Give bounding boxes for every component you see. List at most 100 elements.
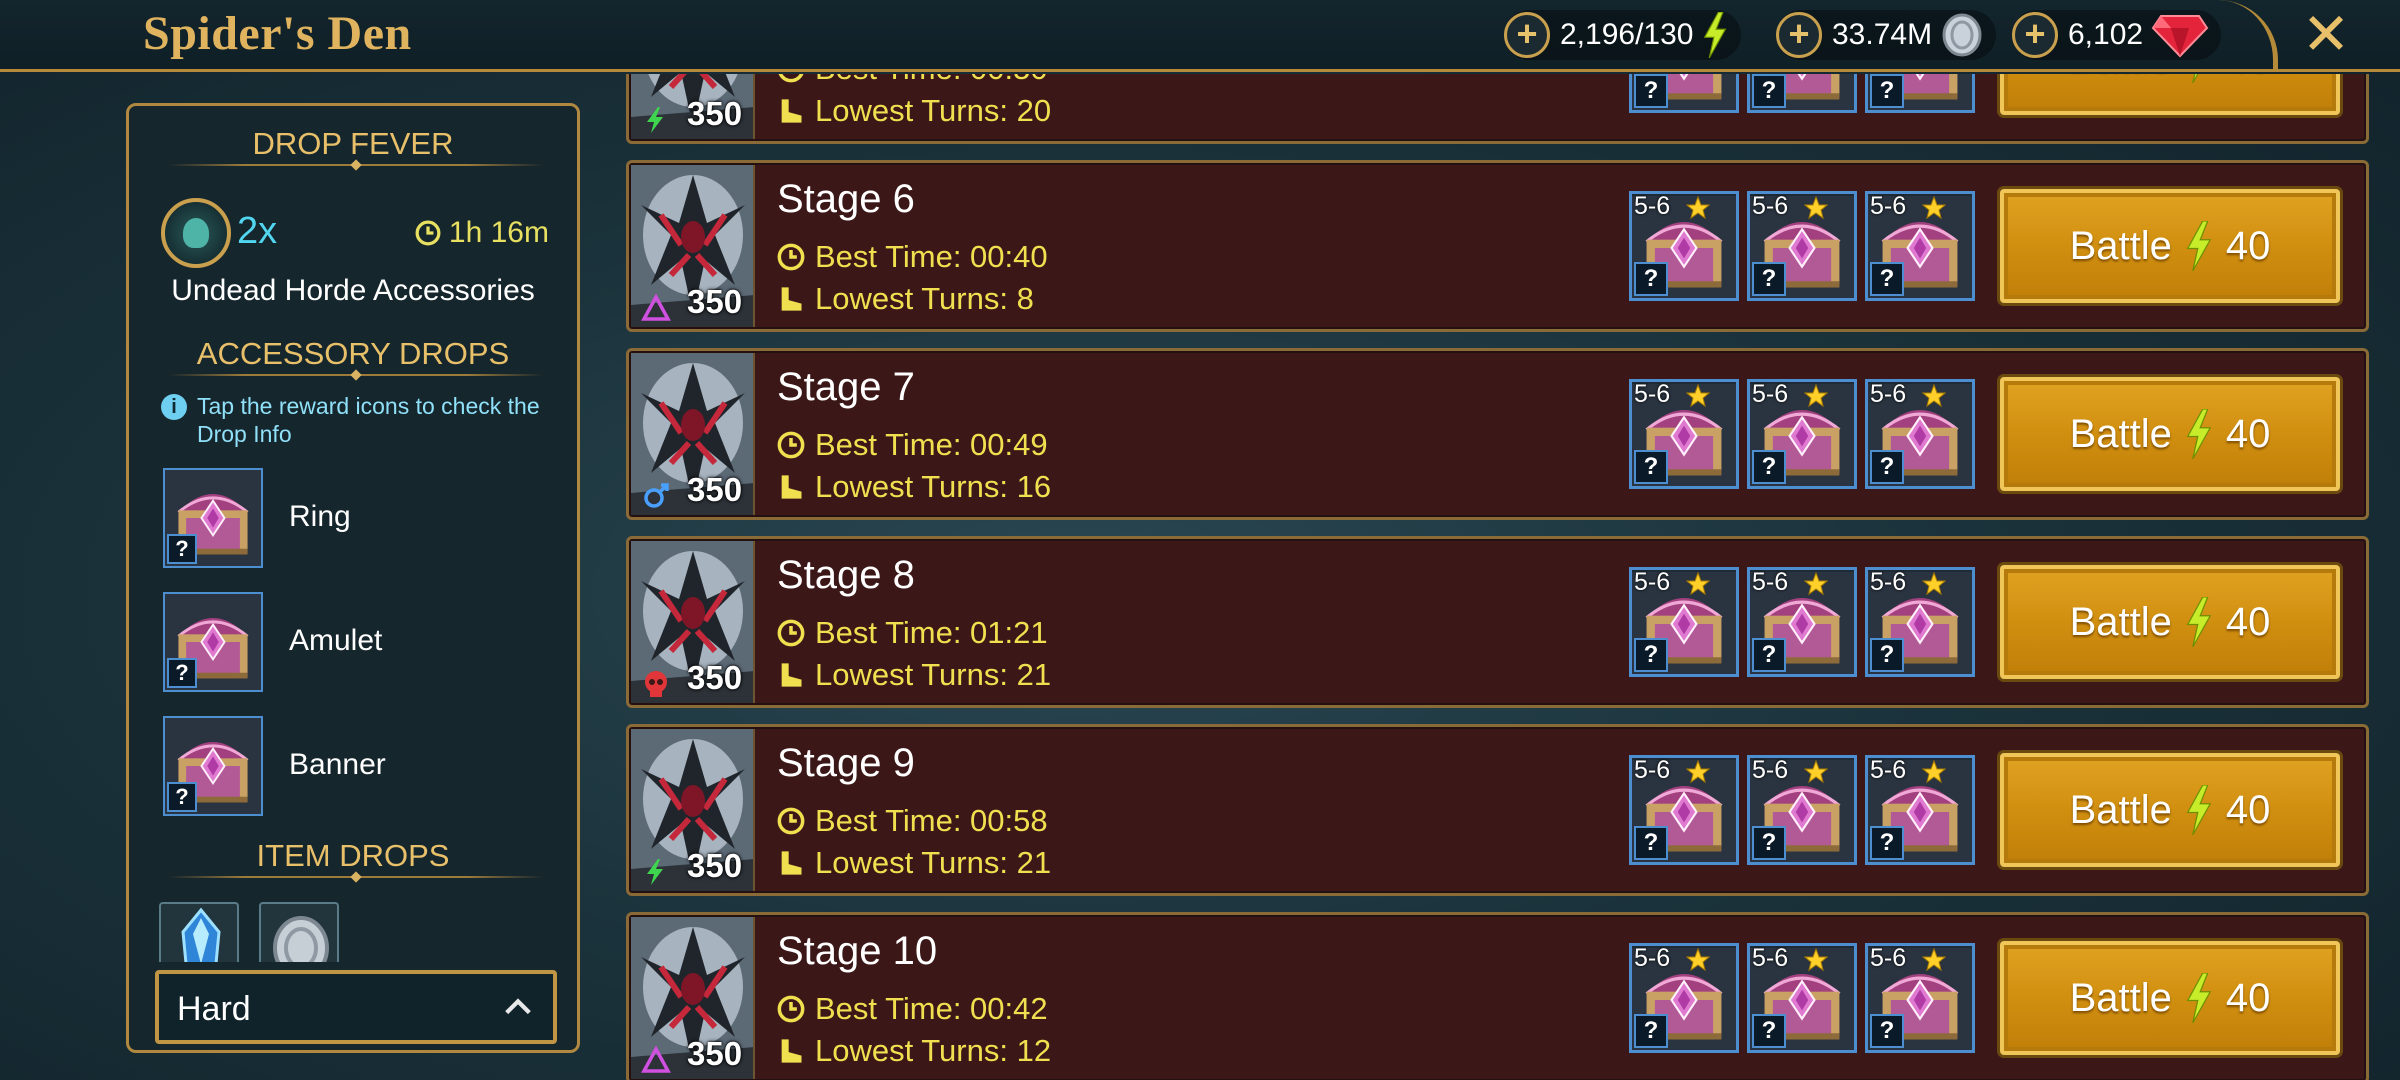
item-drop-silver[interactable] — [259, 902, 339, 962]
battle-button[interactable]: Battle 40 — [2000, 753, 2340, 867]
reward-slot[interactable]: 5-6 ? — [1629, 191, 1739, 301]
item-drop-potion[interactable] — [159, 902, 239, 962]
battle-label: Battle — [2069, 223, 2172, 268]
silver-coin-icon — [1942, 13, 1982, 57]
reward-slot[interactable]: 5-6 ? — [1747, 379, 1857, 489]
clock-icon — [777, 431, 805, 459]
reward-slot[interactable]: 5-6 ? — [1865, 191, 1975, 301]
info-icon: i — [161, 394, 187, 420]
reward-slot[interactable]: 5-6 ? — [1629, 379, 1739, 489]
lowest-turns: Lowest Turns: 21 — [777, 845, 1051, 881]
difficulty-value: Hard — [177, 990, 251, 1028]
reward-slot[interactable]: ? — [163, 592, 263, 692]
boot-icon — [777, 285, 805, 313]
question-icon: ? — [1870, 826, 1904, 860]
boot-icon — [777, 1037, 805, 1065]
reward-rank: 5-6 — [1634, 380, 1671, 408]
reward-slot[interactable]: 5-6 ? — [1747, 943, 1857, 1053]
add-gems-button[interactable]: + — [2012, 12, 2058, 58]
energy-cost: 40 — [2225, 223, 2271, 268]
clock-icon — [415, 220, 441, 246]
battle-button[interactable]: Battle 40 — [2000, 74, 2340, 115]
stage-row[interactable]: 350 Stage 10 Best Time: 00:42 Lowest Tur… — [626, 912, 2369, 1080]
drop-fever-heading: DROP FEVER — [252, 126, 454, 161]
accessory-drop-ring[interactable]: ? Ring — [163, 468, 543, 570]
accessory-drop-banner[interactable]: ? Banner — [163, 716, 543, 818]
stage-row[interactable]: 350 Stage 6 Best Time: 00:40 Lowest Turn… — [626, 160, 2369, 332]
question-icon: ? — [1870, 262, 1904, 296]
stage-row[interactable]: 350 Stage 7 Best Time: 00:49 Lowest Turn… — [626, 348, 2369, 520]
reward-slot[interactable]: 5-6 ? — [1747, 755, 1857, 865]
star-icon — [1686, 760, 1710, 784]
energy-icon — [2184, 597, 2214, 647]
reward-slot[interactable]: ? — [163, 468, 263, 568]
reward-slot[interactable]: 5-6 ? — [1629, 567, 1739, 677]
stage-row[interactable]: 350 Stage 9 Best Time: 00:58 Lowest Turn… — [626, 724, 2369, 896]
star-icon — [1686, 572, 1710, 596]
reward-rank: 5-6 — [1752, 192, 1789, 220]
reward-rank: 5-6 — [1752, 756, 1789, 784]
difficulty-select[interactable]: Hard — [155, 970, 557, 1044]
star-icon — [1922, 948, 1946, 972]
question-icon: ? — [1634, 262, 1668, 296]
drop-fever-icon[interactable] — [161, 198, 231, 268]
battle-button[interactable]: Battle 40 — [2000, 941, 2340, 1055]
stage-name: Stage 9 — [777, 741, 915, 785]
best-time: Best Time: 00:42 — [777, 991, 1048, 1027]
accessory-name: Ring — [289, 500, 351, 533]
lowest-turns: Lowest Turns: 16 — [777, 469, 1051, 505]
star-icon — [1804, 760, 1828, 784]
drop-info-panel: DROP FEVER 2x 1h 16m Undead Horde Access… — [126, 103, 580, 1053]
gem-icon — [2151, 15, 2209, 58]
reward-slot[interactable]: 5-6 ? — [1865, 755, 1975, 865]
accessory-drop-amulet[interactable]: ? Amulet — [163, 592, 543, 694]
reward-rank: 5-6 — [1870, 568, 1907, 596]
reward-slot[interactable]: 5-6 ? — [1747, 191, 1857, 301]
affinity-magic-icon — [641, 293, 671, 321]
stage-list[interactable]: 350 Stage 5 Best Time: 00:50 Lowest Turn… — [626, 74, 2376, 1080]
stage-row[interactable]: 350 Stage 8 Best Time: 01:21 Lowest Turn… — [626, 536, 2369, 708]
reward-slot[interactable]: ? — [163, 716, 263, 816]
boot-icon — [777, 661, 805, 689]
add-energy-button[interactable]: + — [1504, 12, 1550, 58]
star-icon — [1686, 384, 1710, 408]
add-silver-button[interactable]: + — [1776, 12, 1822, 58]
reward-slot[interactable]: 5-6 ? — [1629, 74, 1739, 113]
battle-button[interactable]: Battle 40 — [2000, 565, 2340, 679]
silver-value: 33.74M — [1832, 18, 1933, 51]
boss-portrait: 350 — [631, 353, 755, 515]
lowest-turns-text: Lowest Turns: 21 — [815, 845, 1052, 880]
question-icon: ? — [1752, 1014, 1786, 1048]
enemy-power: 350 — [687, 95, 743, 132]
battle-button[interactable]: Battle 40 — [2000, 377, 2340, 491]
reward-slot[interactable]: 5-6 ? — [1865, 74, 1975, 113]
star-icon — [1922, 572, 1946, 596]
battle-button[interactable]: Battle 40 — [2000, 189, 2340, 303]
battle-label: Battle — [2069, 599, 2172, 644]
reward-slot[interactable]: 5-6 ? — [1865, 567, 1975, 677]
star-icon — [1686, 948, 1710, 972]
energy-icon — [1701, 12, 1729, 58]
star-icon — [1922, 196, 1946, 220]
reward-rank: 5-6 — [1634, 192, 1671, 220]
lowest-turns-text: Lowest Turns: 16 — [815, 469, 1052, 504]
best-time: Best Time: 00:58 — [777, 803, 1048, 839]
stage-row[interactable]: 350 Stage 5 Best Time: 00:50 Lowest Turn… — [626, 74, 2369, 144]
reward-slot[interactable]: 5-6 ? — [1865, 379, 1975, 489]
reward-slot[interactable]: 5-6 ? — [1629, 755, 1739, 865]
lowest-turns: Lowest Turns: 21 — [777, 657, 1051, 693]
energy-value: 2,196/130 — [1560, 18, 1694, 51]
accessory-drops-heading: ACCESSORY DROPS — [196, 336, 510, 371]
best-time-text: Best Time: 00:42 — [815, 991, 1048, 1026]
question-icon: ? — [1870, 74, 1904, 108]
reward-slot[interactable]: 5-6 ? — [1747, 74, 1857, 113]
reward-slot[interactable]: 5-6 ? — [1747, 567, 1857, 677]
chevron-up-icon — [505, 998, 531, 1015]
best-time-text: Best Time: 01:21 — [815, 615, 1048, 650]
affinity-spirit-icon — [644, 483, 669, 508]
reward-slot[interactable]: 5-6 ? — [1865, 943, 1975, 1053]
close-button[interactable]: ✕ — [2296, 6, 2356, 66]
energy-cost: 40 — [2225, 787, 2271, 832]
question-icon: ? — [1752, 826, 1786, 860]
reward-slot[interactable]: 5-6 ? — [1629, 943, 1739, 1053]
